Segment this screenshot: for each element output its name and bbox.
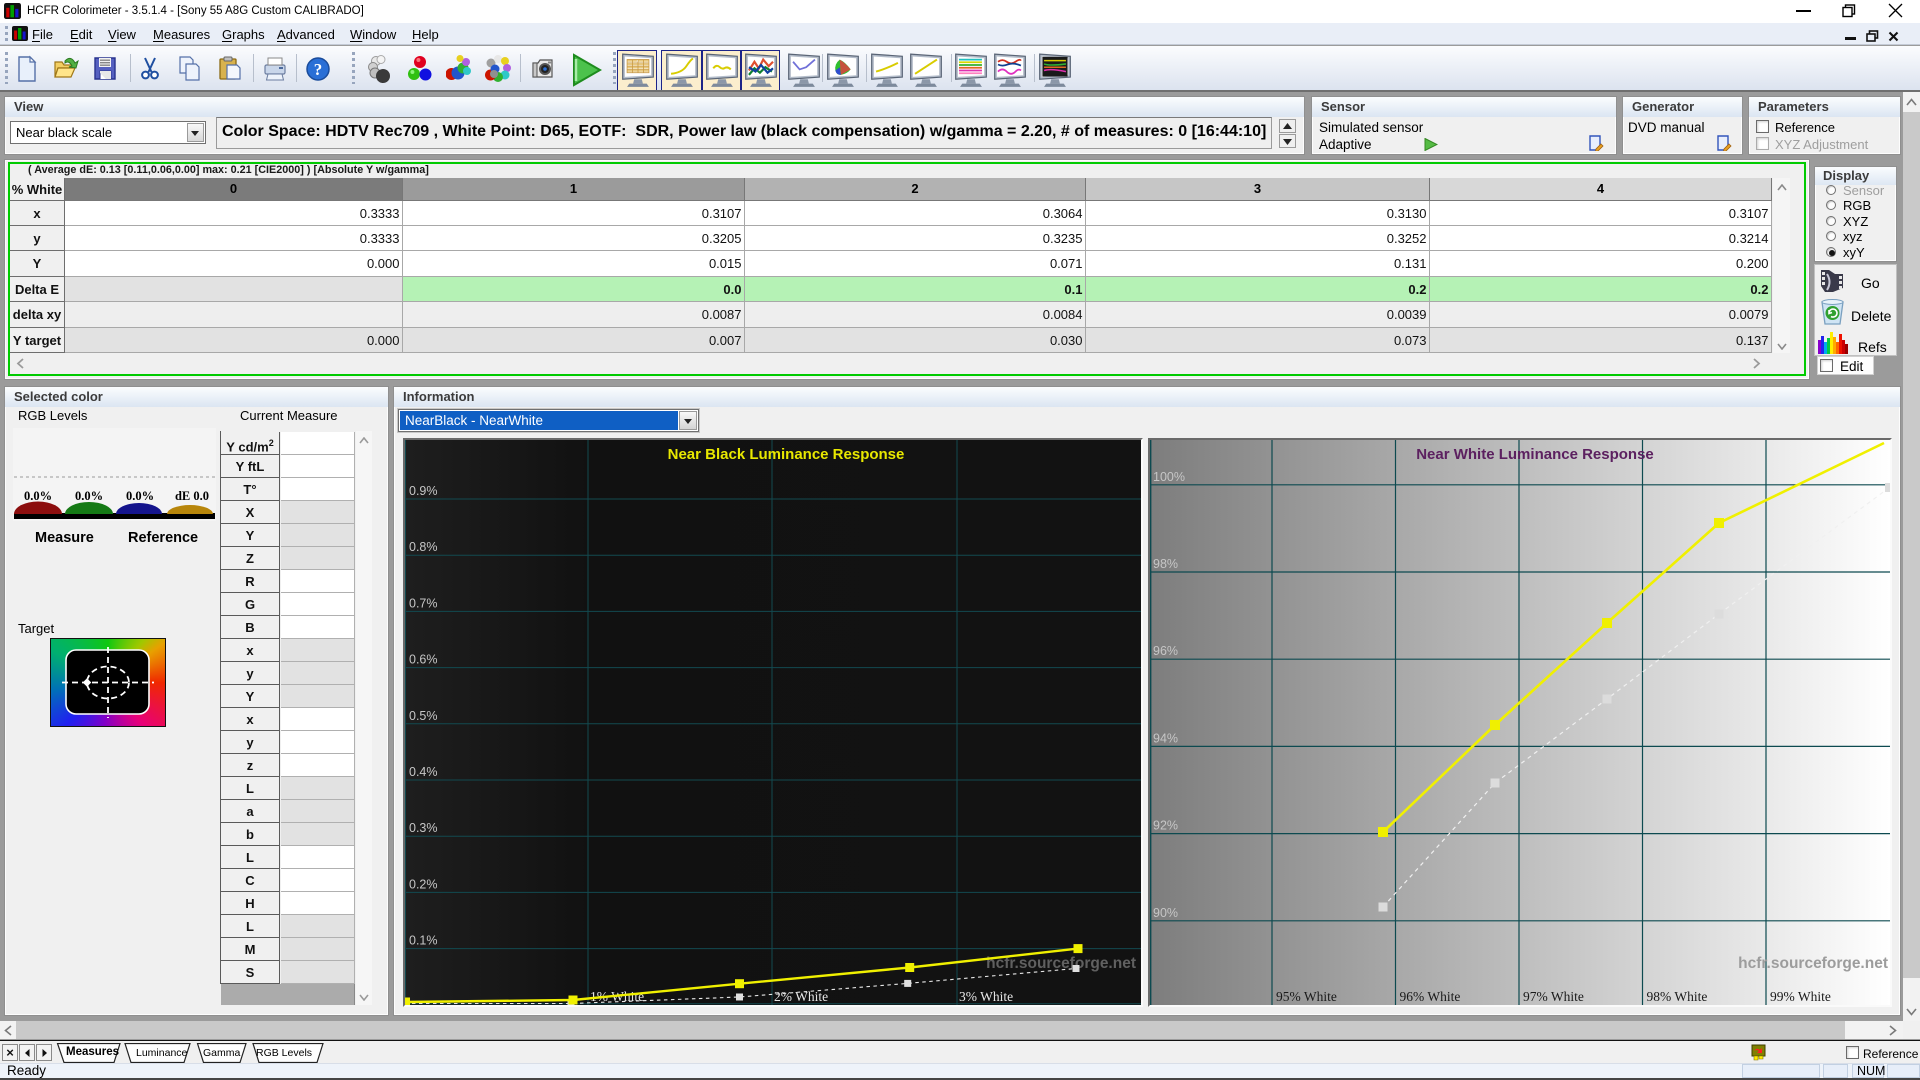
- svg-text:0.1%: 0.1%: [409, 934, 438, 948]
- svg-text:92%: 92%: [1153, 819, 1178, 833]
- svg-text:90%: 90%: [1153, 906, 1178, 920]
- svg-text:94%: 94%: [1153, 731, 1178, 745]
- svg-text:0.6%: 0.6%: [409, 653, 438, 667]
- svg-text:Near Black Luminance Response: Near Black Luminance Response: [668, 446, 905, 463]
- svg-text:3% White: 3% White: [959, 989, 1013, 1004]
- svg-text:98%: 98%: [1153, 557, 1178, 571]
- svg-text:0.5%: 0.5%: [409, 709, 438, 723]
- svg-text:95% White: 95% White: [1276, 989, 1337, 1004]
- svg-text:97% White: 97% White: [1523, 989, 1584, 1004]
- svg-text:0.3%: 0.3%: [409, 821, 438, 835]
- svg-text:0.0%: 0.0%: [24, 489, 52, 503]
- svg-text:dE 0.0: dE 0.0: [175, 489, 209, 503]
- svg-text:0.0%: 0.0%: [126, 489, 154, 503]
- svg-text:Near White Luminance Response: Near White Luminance Response: [1416, 446, 1654, 463]
- svg-text:0.4%: 0.4%: [409, 765, 438, 779]
- svg-text:100%: 100%: [1153, 470, 1185, 484]
- svg-text:96% White: 96% White: [1400, 989, 1461, 1004]
- svg-text:2% White: 2% White: [774, 989, 828, 1004]
- svg-text:96%: 96%: [1153, 644, 1178, 658]
- svg-text:0.8%: 0.8%: [409, 540, 438, 554]
- svg-text:99% White: 99% White: [1770, 989, 1831, 1004]
- svg-text:?: ?: [314, 60, 323, 79]
- svg-text:hcfr.sourceforge.net: hcfr.sourceforge.net: [1738, 955, 1888, 972]
- svg-text:0.9%: 0.9%: [409, 484, 438, 498]
- svg-text:0.0%: 0.0%: [75, 489, 103, 503]
- svg-text:98% White: 98% White: [1647, 989, 1708, 1004]
- svg-text:0.2%: 0.2%: [409, 877, 438, 891]
- svg-text:0.7%: 0.7%: [409, 596, 438, 610]
